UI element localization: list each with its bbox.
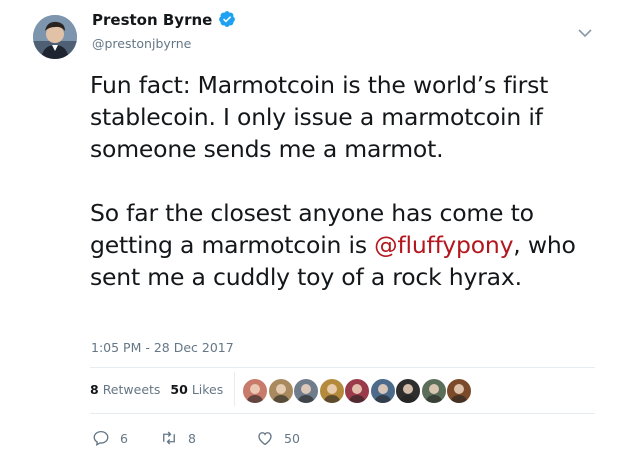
reply-count: 6 <box>120 430 128 446</box>
tweet-stats: 8 Retweets 50 Likes <box>90 382 233 397</box>
liker-avatar-5[interactable] <box>344 378 370 404</box>
liker-avatar-1[interactable] <box>242 378 268 404</box>
verified-badge-icon <box>219 11 235 27</box>
liker-avatar-9[interactable] <box>446 378 472 404</box>
likes-label: Likes <box>191 382 224 397</box>
tweet-text: Fun fact: Marmotcoin is the world’s firs… <box>90 69 610 293</box>
stats-separator <box>234 372 235 406</box>
reply-icon <box>93 430 109 447</box>
like-button[interactable]: 50 <box>256 428 300 448</box>
liker-avatar-6[interactable] <box>369 378 396 404</box>
retweets-stat[interactable]: 8 Retweets <box>90 382 160 397</box>
likes-stat[interactable]: 50 Likes <box>170 382 223 397</box>
heart-icon <box>258 432 272 446</box>
retweet-icon <box>163 431 175 445</box>
tweet-timestamp[interactable]: 1:05 PM - 28 Dec 2017 <box>91 340 234 355</box>
divider-bottom <box>90 413 595 414</box>
liker-avatar-2[interactable] <box>267 378 294 404</box>
like-count: 50 <box>284 430 300 446</box>
reply-button[interactable]: 6 <box>92 428 128 448</box>
tweet-paragraph-2: So far the closest anyone has come to ge… <box>90 197 610 293</box>
liker-avatar-3[interactable] <box>293 378 319 404</box>
retweet-button[interactable]: 8 <box>160 428 196 448</box>
liker-avatar-7[interactable] <box>395 378 421 404</box>
retweets-count: 8 <box>90 382 99 397</box>
tweet-paragraph-1: Fun fact: Marmotcoin is the world’s firs… <box>90 71 549 163</box>
author-handle[interactable]: @prestonjbyrne <box>92 36 191 51</box>
liker-avatar-8[interactable] <box>420 378 447 404</box>
liker-avatar-4[interactable] <box>318 378 345 404</box>
chevron-down-icon[interactable] <box>578 28 592 38</box>
author-name[interactable]: Preston Byrne <box>92 11 212 29</box>
retweets-label: Retweets <box>102 382 161 397</box>
author-avatar[interactable] <box>33 15 77 59</box>
divider-top <box>90 367 595 368</box>
mention-link[interactable]: @fluffypony <box>374 231 513 259</box>
likes-count: 50 <box>170 382 188 397</box>
retweet-count: 8 <box>188 430 196 446</box>
